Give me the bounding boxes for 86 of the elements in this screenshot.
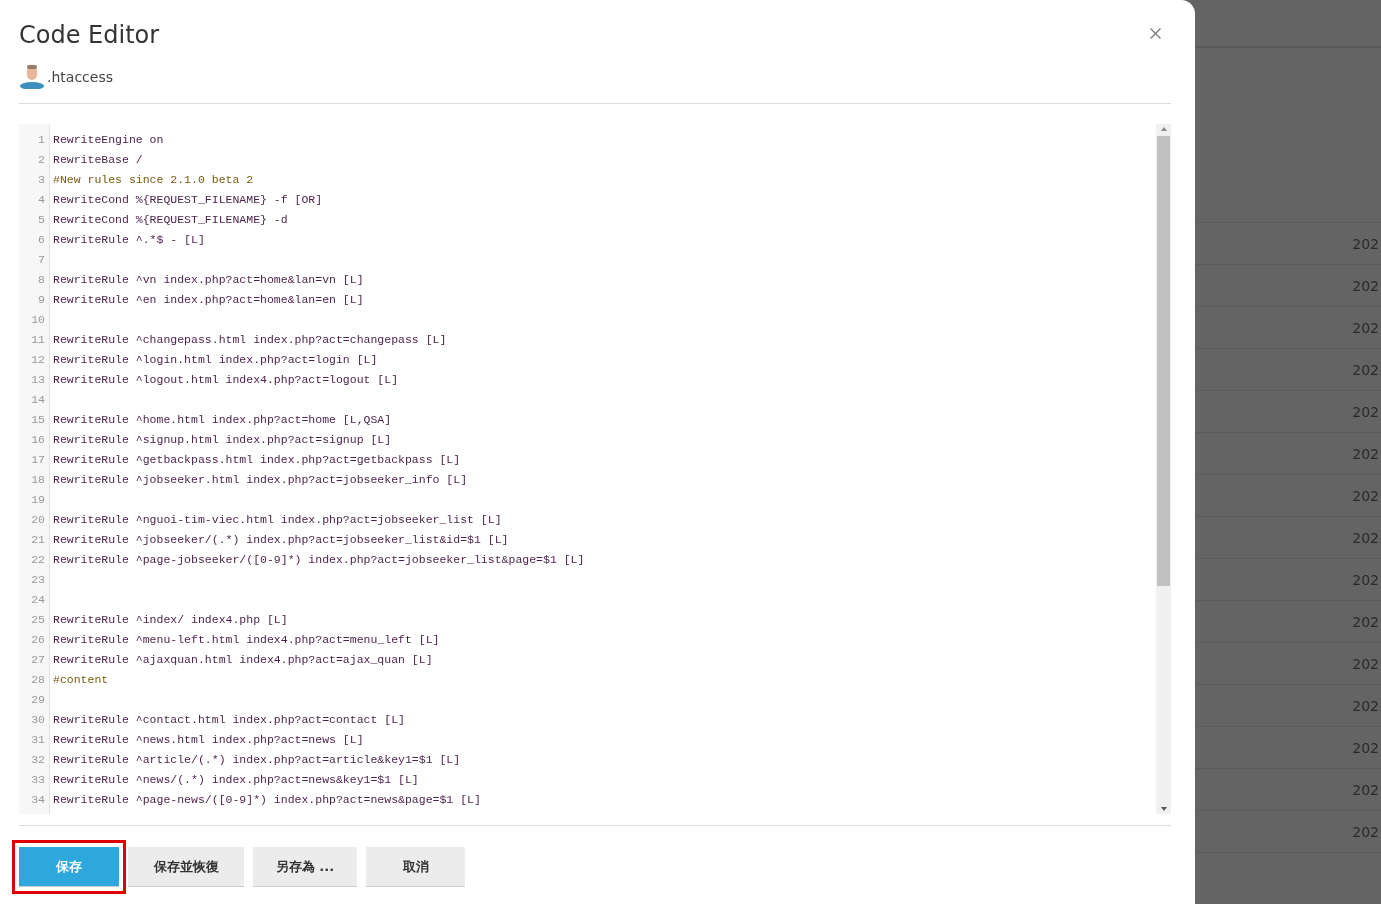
- line-number: 13: [30, 372, 46, 388]
- line-number: 10: [30, 312, 46, 328]
- line-number: 3: [37, 172, 46, 188]
- table-cell: 202: [1352, 235, 1379, 252]
- line-number: 21: [30, 532, 46, 548]
- code-line: RewriteRule ^contact.html index.php?act=contact [L]: [53, 712, 406, 728]
- line-number: 27: [30, 652, 46, 668]
- code-line: RewriteRule ^signup.html index.php?act=signup [L]: [53, 432, 393, 448]
- code-line: RewriteCond %{REQUEST_FILENAME} -d: [53, 212, 289, 228]
- table-cell: 202: [1352, 529, 1379, 546]
- line-number: 20: [30, 512, 46, 528]
- code-line: RewriteEngine on: [53, 132, 165, 148]
- code-line: RewriteRule ^jobseeker.html index.php?act=jobseeker_info [L]: [53, 472, 469, 488]
- code-line: RewriteRule ^article/(.*) index.php?act=article&key1=$1 [L]: [53, 752, 462, 768]
- code-line: RewriteRule ^news/(.*) index.php?act=news&key1=$1 [L]: [53, 772, 420, 788]
- table-cell: 202: [1352, 697, 1379, 714]
- table-cell: 202: [1352, 319, 1379, 336]
- line-number: 30: [30, 712, 46, 728]
- table-cell: 202: [1352, 361, 1379, 378]
- dialog-button[interactable]: 另存為 ...: [253, 847, 357, 887]
- dialog-button[interactable]: 保存並恢復: [128, 847, 244, 887]
- line-number: 19: [30, 492, 46, 508]
- user-avatar-icon: [19, 65, 45, 89]
- code-line: RewriteRule ^logout.html index4.php?act=logout [L]: [53, 372, 400, 388]
- code-line: RewriteRule ^vn index.php?act=home&lan=vn [L]: [53, 272, 365, 288]
- code-line: RewriteRule ^getbackpass.html index.php?act=getbackpass [L]: [53, 452, 462, 468]
- dialog-title: Code Editor: [19, 20, 160, 50]
- line-number: 9: [37, 292, 46, 308]
- line-number: 18: [30, 472, 46, 488]
- close-icon[interactable]: [1150, 28, 1161, 39]
- code-line: RewriteRule ^nguoi-tim-viec.html index.php?act=jobseeker_list [L]: [53, 512, 503, 528]
- scrollbar-thumb[interactable]: [1157, 136, 1170, 586]
- line-number: 8: [37, 272, 46, 288]
- line-number: 22: [30, 552, 46, 568]
- line-number: 24: [30, 592, 46, 608]
- line-number: 5: [37, 212, 46, 228]
- line-number: 29: [30, 692, 46, 708]
- line-number: 14: [30, 392, 46, 408]
- line-number: 26: [30, 632, 46, 648]
- line-number: 16: [30, 432, 46, 448]
- line-number: 32: [30, 752, 46, 768]
- table-cell: 202: [1352, 739, 1379, 756]
- code-line: RewriteRule ^login.html index.php?act=login [L]: [53, 352, 379, 368]
- line-number: 6: [37, 232, 46, 248]
- code-line: RewriteRule ^page-jobseeker/([0-9]*) index.php?act=jobseeker_list&page=$1 [L]: [53, 552, 586, 568]
- code-line: RewriteRule ^.*$ - [L]: [53, 232, 206, 248]
- line-number: 12: [30, 352, 46, 368]
- line-number: 11: [30, 332, 46, 348]
- line-number: 25: [30, 612, 46, 628]
- table-cell: 202: [1352, 403, 1379, 420]
- table-cell: 202: [1352, 445, 1379, 462]
- line-number: 2: [37, 152, 46, 168]
- code-editor[interactable]: [19, 124, 1171, 814]
- file-name: .htaccess: [47, 69, 113, 85]
- code-line: RewriteRule ^page-news/([0-9]*) index.php?act=news&page=$1 [L]: [53, 792, 482, 808]
- table-cell: 202: [1352, 613, 1379, 630]
- table-cell: 202: [1352, 487, 1379, 504]
- code-line: RewriteCond %{REQUEST_FILENAME} -f [OR]: [53, 192, 324, 208]
- table-cell: 202: [1352, 823, 1379, 840]
- table-cell: 202: [1352, 655, 1379, 672]
- scrollbar[interactable]: [1156, 124, 1171, 814]
- code-comment: #New rules since 2.1.0 beta 2: [53, 172, 255, 188]
- code-line: RewriteRule ^index/ index4.php [L]: [53, 612, 289, 628]
- code-line: RewriteRule ^home.html index.php?act=home [L,QSA]: [53, 412, 393, 428]
- line-number: 7: [37, 252, 46, 268]
- table-cell: 202: [1352, 571, 1379, 588]
- code-line: RewriteRule ^changepass.html index.php?act=changepass [L]: [53, 332, 448, 348]
- line-number: 34: [30, 792, 46, 808]
- line-number: 1: [37, 132, 46, 148]
- line-number: 23: [30, 572, 46, 588]
- code-line: RewriteRule ^jobseeker/(.*) index.php?act=jobseeker_list&id=$1 [L]: [53, 532, 510, 548]
- table-cell: 202: [1352, 277, 1379, 294]
- line-number: 33: [30, 772, 46, 788]
- line-number: 4: [37, 192, 46, 208]
- code-line: RewriteRule ^en index.php?act=home&lan=en [L]: [53, 292, 365, 308]
- code-line: RewriteRule ^ajaxquan.html index4.php?act=ajax_quan [L]: [53, 652, 434, 668]
- line-number: 17: [30, 452, 46, 468]
- table-cell: 202: [1352, 781, 1379, 798]
- line-number: 15: [30, 412, 46, 428]
- code-line: RewriteRule ^news.html index.php?act=news [L]: [53, 732, 365, 748]
- code-line: RewriteBase /: [53, 152, 144, 168]
- dialog-button[interactable]: 取消: [366, 847, 465, 887]
- line-number: 31: [30, 732, 46, 748]
- code-line: RewriteRule ^menu-left.html index4.php?act=menu_left [L]: [53, 632, 441, 648]
- line-number: 28: [30, 672, 46, 688]
- code-comment: #content: [53, 672, 110, 688]
